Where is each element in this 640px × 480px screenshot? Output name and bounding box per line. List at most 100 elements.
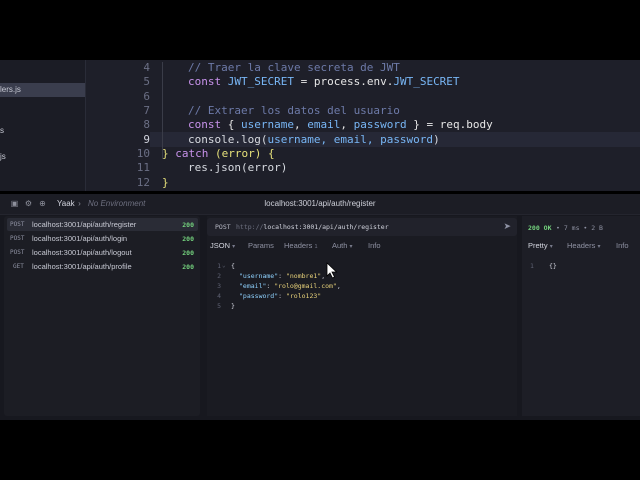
code-text: } = req.body [406, 118, 493, 131]
tab-info[interactable]: Info [368, 241, 381, 250]
code-line-7[interactable]: // Extraer los datos del usuario [188, 104, 400, 117]
mouse-cursor-icon [326, 262, 338, 279]
brace: } [162, 147, 176, 160]
request-item-logout[interactable]: POST localhost:3001/api/auth/logout 200 [7, 246, 198, 259]
status-badge: 200 [182, 249, 194, 257]
tab-params[interactable]: Params [248, 241, 274, 250]
variable: JWT_SECRET [227, 75, 294, 88]
url-scheme: http:// [236, 223, 264, 231]
send-icon[interactable]: ➤ [503, 221, 511, 232]
json-value: "rolo@gmail.com" [274, 282, 337, 290]
status-badge: 200 [182, 235, 194, 243]
code-text: ) [433, 133, 440, 146]
code-text: res.json(error) [188, 161, 288, 174]
code-line-4[interactable]: // Traer la clave secreta de JWT [188, 61, 400, 74]
new-request-icon[interactable]: ⊕ [38, 199, 47, 208]
workspace-name[interactable]: Yaak [57, 199, 75, 208]
tab-body[interactable]: JSON ▾ [210, 241, 235, 250]
code-line-11[interactable]: res.json(error) [188, 161, 287, 174]
headers-count: 1 [314, 244, 318, 250]
json-value: "rolo123" [285, 292, 322, 300]
json-line: "email": "rolo@gmail.com", [239, 282, 341, 290]
response-status: 200 OK [528, 224, 552, 232]
tab-pretty[interactable]: Pretty ▾ [528, 241, 553, 250]
code-text: (error) { [208, 147, 275, 160]
line-number: 3 [217, 282, 221, 290]
tab-label: Pretty [528, 241, 548, 250]
code-text: = process.env. [293, 75, 394, 88]
variable: password [353, 118, 407, 131]
status-badge: 200 [182, 221, 194, 229]
json-key: "email" [239, 282, 267, 290]
file-explorer: lers.js s js [0, 60, 86, 191]
line-number: 12 [136, 176, 150, 189]
line-gutter: 4 5 6 7 8 9 10 11 12 [85, 60, 150, 191]
request-item-profile[interactable]: GET localhost:3001/api/auth/profile 200 [7, 260, 198, 273]
sidebar-toggle-icon[interactable]: ▣ [10, 199, 19, 208]
url-path: localhost:3001/api/auth/register [263, 223, 389, 231]
line-number: 4 [217, 292, 221, 300]
json-line: "username": "nombre1", [239, 272, 326, 280]
file-label: lers.js [0, 85, 21, 94]
json-line: { [231, 262, 235, 270]
keyword: const [188, 75, 222, 88]
json-key: "password" [239, 292, 279, 300]
code-text: , [293, 118, 308, 131]
line-number: 6 [143, 90, 150, 103]
request-url: localhost:3001/api/auth/logout [32, 248, 132, 257]
request-url: localhost:3001/api/auth/login [32, 234, 128, 243]
code-editor: lers.js s js 4 5 6 7 8 9 10 11 12 // Tra… [0, 60, 640, 191]
chevron-down-icon: ▾ [232, 244, 236, 250]
variable: username [241, 118, 294, 131]
json-line: "password": "rolo123" [239, 292, 322, 300]
line-number: 2 [217, 272, 221, 280]
tab-response-headers[interactable]: Headers ▾ [567, 241, 600, 250]
request-item-login[interactable]: POST localhost:3001/api/auth/login 200 [7, 232, 198, 245]
tab-auth[interactable]: Auth ▾ [332, 241, 353, 250]
settings-icon[interactable]: ⚙ [24, 199, 33, 208]
line-number: 1 [217, 262, 221, 270]
title-bar: ▣ ⚙ ⊕ Yaak › No Environment localhost:30… [0, 194, 640, 215]
method-selector[interactable]: POST [215, 223, 231, 231]
url-input[interactable]: http://localhost:3001/api/auth/register [236, 223, 389, 231]
keyword: const [188, 118, 222, 131]
chevron-down-icon: ▾ [597, 244, 601, 250]
line-number: 11 [136, 161, 150, 174]
tab-label: Headers [567, 241, 596, 250]
code-line-8[interactable]: const { username, email, password } = re… [188, 118, 493, 131]
file-item[interactable]: s [0, 126, 4, 135]
code-line-5[interactable]: const JWT_SECRET = process.env.JWT_SECRE… [188, 75, 460, 88]
file-label: js [0, 152, 6, 161]
code-line-9[interactable]: console.log(username, email, password) [188, 133, 440, 146]
fold-chevron-icon[interactable]: ⌄ [222, 262, 226, 269]
tab-response-info[interactable]: Info [616, 241, 629, 250]
request-method: GET [13, 263, 24, 270]
file-item-active[interactable]: lers.js [0, 83, 85, 97]
code-line-10[interactable]: } catch (error) { [162, 147, 275, 160]
request-item-register[interactable]: POST localhost:3001/api/auth/register 20… [7, 218, 198, 231]
file-item[interactable]: js [0, 152, 6, 161]
environment-selector[interactable]: No Environment [88, 199, 145, 208]
brace: } [162, 176, 169, 189]
line-number: 5 [143, 75, 150, 88]
indent-guide [162, 62, 163, 159]
comment: // Traer la clave secreta de JWT [188, 61, 400, 74]
line-number: 5 [217, 302, 221, 310]
variable: email [307, 118, 341, 131]
response-meta: • 7 ms • 2 B [556, 224, 603, 232]
request-url: localhost:3001/api/auth/register [32, 220, 137, 229]
json-key: "username" [239, 272, 279, 280]
arguments: username, email, password [267, 133, 434, 146]
code-line-12[interactable]: } [162, 176, 169, 189]
request-method: POST [10, 235, 25, 242]
code-text: { [221, 118, 241, 131]
tab-headers[interactable]: Headers 1 [284, 241, 318, 250]
comment: // Extraer los datos del usuario [188, 104, 400, 117]
line-number: 10 [136, 147, 150, 160]
response-body[interactable]: {} [549, 262, 557, 270]
chevron-down-icon: ▾ [549, 244, 553, 250]
tab-label: Auth [332, 241, 348, 250]
request-method: POST [10, 249, 25, 256]
url-bar[interactable]: POST http://localhost:3001/api/auth/regi… [207, 218, 517, 236]
yaak-window: ▣ ⚙ ⊕ Yaak › No Environment localhost:30… [0, 194, 640, 420]
